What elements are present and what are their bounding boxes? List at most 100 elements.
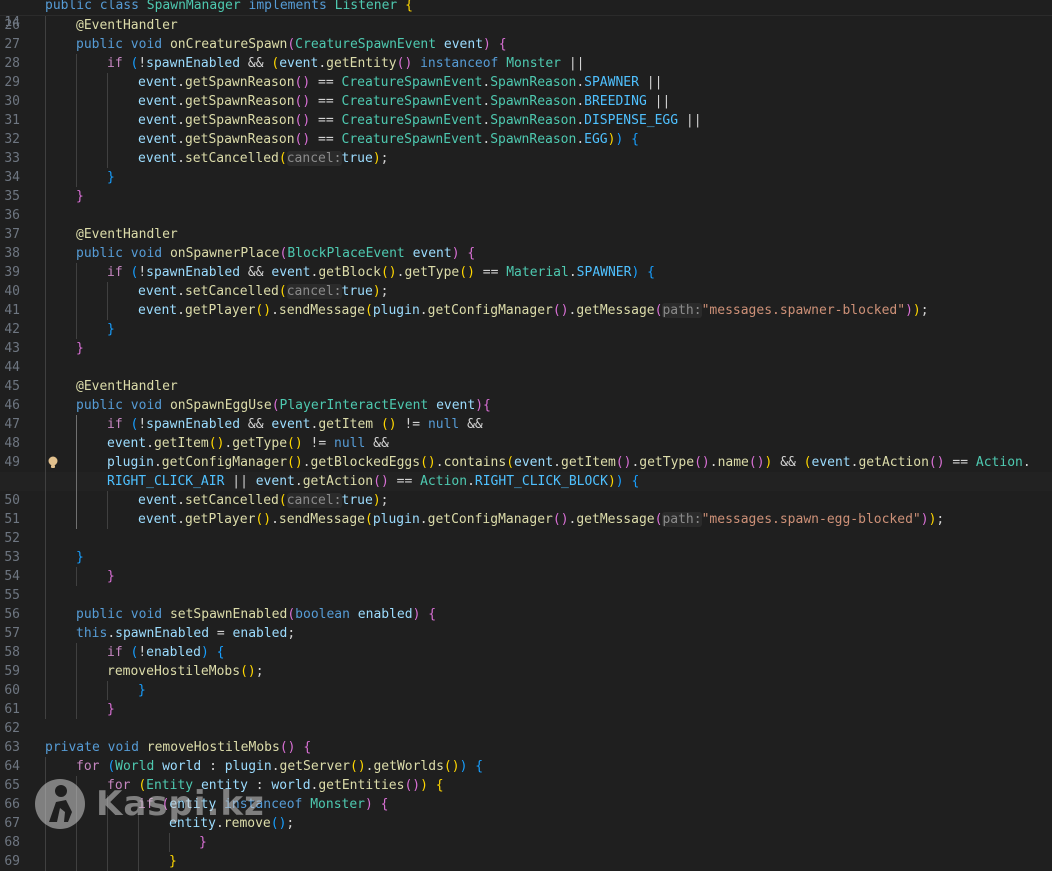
code-line[interactable]: 26@EventHandler — [0, 16, 1052, 35]
code-text[interactable]: public void onSpawnEggUse(PlayerInteract… — [76, 396, 491, 415]
code-line[interactable]: 33 event.setCancelled(cancel:true); — [0, 149, 1052, 168]
code-text[interactable]: event.setCancelled(cancel:true); — [138, 149, 388, 168]
code-line[interactable]: 68} — [0, 833, 1052, 852]
code-text[interactable]: } — [169, 852, 177, 871]
code-line[interactable]: 47 if (!spawnEnabled && event.getItem () … — [0, 415, 1052, 434]
code-line[interactable]: 43} — [0, 339, 1052, 358]
sticky-class-declaration[interactable]: public class SpawnManager implements Lis… — [45, 0, 413, 13]
indent-guide — [169, 833, 170, 852]
code-line[interactable]: 27public void onCreatureSpawn(CreatureSp… — [0, 35, 1052, 54]
code-line[interactable]: RIGHT_CLICK_AIR || event.getAction() == … — [0, 472, 1052, 491]
code-line[interactable]: 52 — [0, 529, 1052, 548]
code-text[interactable]: } — [107, 567, 115, 586]
code-line[interactable]: 40 event.setCancelled(cancel:true); — [0, 282, 1052, 301]
code-line[interactable]: 60} — [0, 681, 1052, 700]
code-text[interactable]: @EventHandler — [76, 225, 178, 244]
code-text[interactable]: public void setSpawnEnabled(boolean enab… — [76, 605, 436, 624]
lightbulb-icon[interactable] — [47, 456, 59, 469]
indent-guide — [107, 149, 108, 168]
code-text[interactable]: removeHostileMobs(); — [107, 662, 264, 681]
code-line[interactable]: 46 public void onSpawnEggUse(PlayerIntera… — [0, 396, 1052, 415]
code-line[interactable]: 54} — [0, 567, 1052, 586]
code-text[interactable]: } — [107, 168, 115, 187]
code-line[interactable]: 31 event.getSpawnReason() == CreatureSpaw… — [0, 111, 1052, 130]
code-line[interactable]: 63 private void removeHostileMobs() { — [0, 738, 1052, 757]
code-line[interactable]: 37 @EventHandler — [0, 225, 1052, 244]
code-line[interactable]: 38 public void onSpawnerPlace(BlockPlaceE… — [0, 244, 1052, 263]
code-text[interactable]: event.getPlayer().sendMessage(plugin.get… — [138, 301, 929, 320]
indent-guide — [107, 282, 108, 301]
code-line[interactable]: 32 event.getSpawnReason() == CreatureSpaw… — [0, 130, 1052, 149]
code-text[interactable]: event.getSpawnReason() == CreatureSpawnE… — [138, 111, 702, 130]
code-line[interactable]: 58 if (!enabled) { — [0, 643, 1052, 662]
code-line[interactable]: 35} — [0, 187, 1052, 206]
code-line[interactable]: 51 event.getPlayer().sendMessage(plugin.g… — [0, 510, 1052, 529]
code-line[interactable]: 69} — [0, 852, 1052, 871]
code-line[interactable]: 59 removeHostileMobs(); — [0, 662, 1052, 681]
code-line[interactable]: 55 — [0, 586, 1052, 605]
code-text[interactable]: if (!enabled) { — [107, 643, 224, 662]
code-text[interactable]: } — [76, 548, 84, 567]
code-text[interactable]: } — [199, 833, 207, 852]
indent-guide — [76, 301, 77, 320]
code-text[interactable]: @EventHandler — [76, 16, 178, 35]
code-text[interactable]: event.getPlayer().sendMessage(plugin.get… — [138, 510, 944, 529]
code-text[interactable]: if (!spawnEnabled && (event.getEntity() … — [107, 54, 585, 73]
code-text[interactable]: } — [107, 320, 115, 339]
code-text[interactable]: } — [76, 187, 84, 206]
code-text[interactable]: public void onCreatureSpawn(CreatureSpaw… — [76, 35, 507, 54]
code-line[interactable]: 39 if (!spawnEnabled && event.getBlock().… — [0, 263, 1052, 282]
code-line[interactable]: 62 — [0, 719, 1052, 738]
code-text[interactable]: if (!spawnEnabled && event.getBlock().ge… — [107, 263, 655, 282]
line-number: 60 — [4, 683, 20, 698]
code-text[interactable]: private void removeHostileMobs() { — [45, 738, 311, 757]
code-line[interactable]: 49 plugin.getConfigManager().getBlockedEg… — [0, 453, 1052, 472]
code-line[interactable]: 28 if (!spawnEnabled && (event.getEntity(… — [0, 54, 1052, 73]
code-line[interactable]: 36 — [0, 206, 1052, 225]
code-line[interactable]: 30 event.getSpawnReason() == CreatureSpaw… — [0, 92, 1052, 111]
code-text[interactable]: event.setCancelled(cancel:true); — [138, 491, 388, 510]
code-line[interactable]: 56 public void setSpawnEnabled(boolean en… — [0, 605, 1052, 624]
line-number: 64 — [4, 759, 20, 774]
code-line[interactable]: 57 this.spawnEnabled = enabled; — [0, 624, 1052, 643]
code-text[interactable]: } — [76, 339, 84, 358]
code-line[interactable]: 53} — [0, 548, 1052, 567]
sticky-scroll-header[interactable]: 14 public class SpawnManager implements … — [0, 0, 1052, 30]
indent-guide — [76, 681, 77, 700]
code-text[interactable]: } — [107, 700, 115, 719]
code-text[interactable]: event.setCancelled(cancel:true); — [138, 282, 388, 301]
code-text[interactable]: event.getSpawnReason() == CreatureSpawnE… — [138, 73, 662, 92]
code-text[interactable]: public void onSpawnerPlace(BlockPlaceEve… — [76, 244, 475, 263]
code-line[interactable]: 45 @EventHandler — [0, 377, 1052, 396]
code-text[interactable]: if (!spawnEnabled && event.getItem () !=… — [107, 415, 483, 434]
code-line[interactable]: 64 for (World world : plugin.getServer().… — [0, 757, 1052, 776]
code-text[interactable]: } — [138, 681, 146, 700]
line-number: 30 — [4, 94, 20, 109]
code-text[interactable]: RIGHT_CLICK_AIR || event.getAction() == … — [107, 472, 639, 491]
code-text[interactable]: @EventHandler — [76, 377, 178, 396]
code-text[interactable]: plugin.getConfigManager().getBlockedEggs… — [107, 453, 1031, 472]
indent-guide — [45, 358, 46, 377]
line-number: 63 — [4, 740, 20, 755]
code-line[interactable]: 44 — [0, 358, 1052, 377]
line-number: 35 — [4, 189, 20, 204]
indent-guide — [45, 510, 46, 529]
code-line[interactable]: 41 event.getPlayer().sendMessage(plugin.g… — [0, 301, 1052, 320]
indent-guide — [45, 757, 46, 776]
code-line[interactable]: 50 event.setCancelled(cancel:true); — [0, 491, 1052, 510]
code-line[interactable]: 48 event.getItem().getType() != null && — [0, 434, 1052, 453]
line-number: 43 — [4, 341, 20, 356]
code-text[interactable]: this.spawnEnabled = enabled; — [76, 624, 295, 643]
code-editor[interactable]: 26@EventHandler27public void onCreatureS… — [0, 16, 1052, 871]
code-line[interactable]: 29 event.getSpawnReason() == CreatureSpaw… — [0, 73, 1052, 92]
line-number: 31 — [4, 113, 20, 128]
code-text[interactable]: event.getItem().getType() != null && — [107, 434, 389, 453]
code-line[interactable]: 34} — [0, 168, 1052, 187]
indent-guide — [45, 529, 46, 548]
code-text[interactable]: for (World world : plugin.getServer().ge… — [76, 757, 483, 776]
code-line[interactable]: 42} — [0, 320, 1052, 339]
code-text[interactable]: event.getSpawnReason() == CreatureSpawnE… — [138, 92, 670, 111]
code-text[interactable]: event.getSpawnReason() == CreatureSpawnE… — [138, 130, 639, 149]
code-line[interactable]: 61} — [0, 700, 1052, 719]
indent-guide — [76, 111, 77, 130]
